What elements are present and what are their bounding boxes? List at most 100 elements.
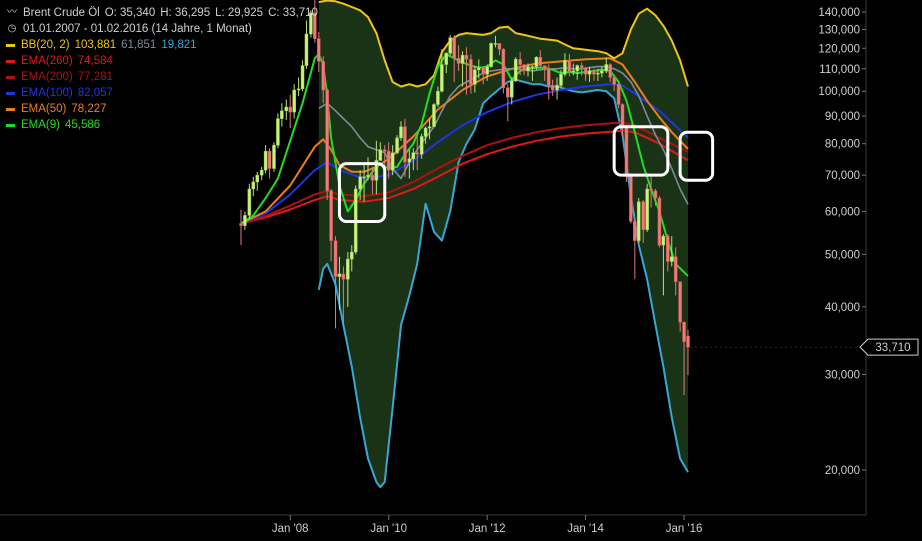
candle-body — [469, 59, 473, 85]
candle-body — [493, 43, 498, 45]
date-range-row: ◷ 01.01.2007 - 01.02.2016 (14 Jahre, 1 M… — [6, 21, 323, 37]
y-tick-label: 60,000 — [825, 206, 860, 218]
candle-body — [350, 251, 354, 260]
candle-body — [526, 66, 530, 72]
candlestick — [267, 148, 272, 179]
candlestick — [353, 185, 358, 255]
candle-body — [452, 37, 456, 59]
candle-body — [571, 70, 576, 73]
candle-body — [378, 149, 383, 161]
candlestick — [251, 176, 256, 197]
legend-item-ema-260[interactable]: EMA(260) 74,584 — [6, 53, 323, 69]
candlestick — [259, 166, 264, 181]
candle-body — [657, 197, 662, 246]
candlestick — [616, 83, 621, 109]
candle-body — [333, 240, 338, 277]
ohlc-close: C: 33,710 — [268, 7, 318, 19]
legend-item-ema-100[interactable]: EMA(100) 82,057 — [6, 85, 323, 101]
candle-body — [600, 70, 604, 74]
y-tick-label: 90,000 — [825, 111, 860, 123]
candle-body — [620, 104, 625, 129]
legend-swatch — [6, 91, 15, 95]
candle-body — [440, 64, 444, 92]
legend-item-bb-20-2[interactable]: BB(20, 2) 103,881 61,851 19,821 — [6, 37, 323, 53]
candlestick — [489, 42, 493, 68]
candle-body — [637, 201, 641, 241]
legend-swatch — [6, 123, 15, 127]
candle-body — [362, 176, 366, 179]
legend-swatch — [6, 75, 15, 79]
candle-body — [272, 144, 276, 169]
candlestick — [513, 57, 518, 82]
clock-icon[interactable]: ◷ — [6, 21, 18, 37]
candlestick — [624, 125, 629, 182]
candle-body — [370, 174, 375, 181]
candle-body — [678, 281, 682, 323]
candle-body — [661, 235, 666, 246]
candle-body — [497, 43, 502, 50]
candlestick — [637, 198, 641, 243]
candle-body — [518, 59, 522, 65]
x-tick-label: Jan '08 — [272, 523, 309, 535]
y-tick-label: 130,000 — [818, 24, 860, 36]
y-tick-label: 100,000 — [818, 86, 860, 98]
candle-body — [263, 150, 268, 171]
candle-body — [489, 43, 493, 67]
candle-body — [624, 127, 629, 176]
y-tick-label: 70,000 — [825, 170, 860, 182]
candle-body — [649, 188, 653, 192]
legend-value: 19,821 — [161, 39, 197, 51]
y-tick-label: 110,000 — [819, 64, 860, 76]
candle-body — [550, 85, 555, 91]
candle-body — [682, 321, 686, 342]
candle-body — [366, 174, 370, 178]
x-tick-label: Jan '10 — [370, 523, 407, 535]
legend-item-ema-9[interactable]: EMA(9) 45,586 — [6, 117, 323, 133]
legend-label: BB(20, 2) — [21, 39, 70, 51]
x-tick-label: Jan '12 — [469, 523, 506, 535]
candle-body — [506, 87, 510, 98]
candle-body — [645, 188, 649, 231]
candle-body — [473, 69, 477, 85]
candle-body — [407, 158, 412, 163]
candle-body — [255, 174, 259, 183]
candle-body — [411, 152, 416, 160]
candle-body — [419, 136, 424, 155]
candle-body — [666, 235, 670, 262]
candle-body — [337, 273, 342, 277]
candlestick — [432, 103, 436, 127]
candle-body — [538, 57, 543, 66]
legend-item-ema-50[interactable]: EMA(50) 78,227 — [6, 101, 323, 117]
candle-body — [555, 85, 559, 91]
chart-legend: 〰 Brent Crude Öl O: 35,340 H: 36,295 L: … — [6, 5, 323, 133]
legend-value: 77,281 — [77, 71, 113, 83]
candlestick — [247, 183, 252, 220]
ohlc-open: O: 35,340 — [104, 7, 156, 19]
chart-type-icon[interactable]: 〰 — [6, 5, 18, 21]
y-tick-label: 50,000 — [825, 249, 860, 261]
candle-body — [346, 258, 350, 280]
y-tick-label: 140,000 — [818, 7, 860, 19]
legend-value: 74,584 — [77, 55, 113, 67]
legend-label: EMA(9) — [21, 119, 60, 131]
legend-label: EMA(50) — [21, 103, 67, 115]
legend-swatch — [6, 107, 15, 111]
legend-swatch — [6, 59, 15, 63]
candle-body — [559, 73, 563, 86]
candle-body — [616, 83, 621, 105]
candlestick — [263, 145, 268, 174]
legend-item-ema-200[interactable]: EMA(200) 77,281 — [6, 69, 323, 85]
candle-body — [522, 64, 526, 72]
candle-body — [579, 65, 584, 68]
candle-body — [399, 126, 403, 139]
candle-body — [259, 169, 264, 176]
candle-body — [247, 188, 252, 216]
y-tick-label: 40,000 — [825, 302, 860, 314]
candlestick — [239, 209, 243, 246]
candlestick — [243, 211, 247, 230]
candle-body — [534, 57, 539, 67]
legend-label: EMA(260) — [21, 55, 73, 67]
candle-body — [251, 181, 256, 190]
candle-body — [567, 60, 572, 73]
candle-body — [460, 54, 465, 64]
